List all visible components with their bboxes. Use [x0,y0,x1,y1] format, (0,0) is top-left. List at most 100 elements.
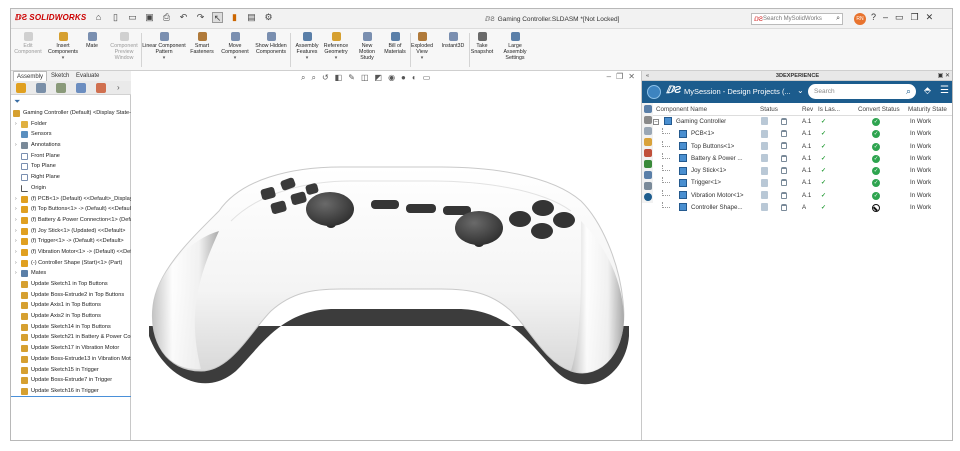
tree-item[interactable]: Update Axis1 in Top Buttons [11,300,131,311]
lock-icon[interactable] [781,128,787,140]
ribbon-button-new-motion-study[interactable]: New Motion Study [354,32,380,62]
tree-item[interactable]: › (f) Top Buttons<1> -> (Default) <<Defau… [11,204,131,215]
ribbon-button-linear-component-pattern[interactable]: Linear Component Pattern ▾ [139,32,189,62]
save-icon[interactable]: ▣ [144,12,155,23]
panel-search-input[interactable]: Search ⌕ [808,84,916,99]
tree-item[interactable]: › (f) Battery & Power Connection<1> (Defa… [11,215,131,226]
col-maturity-state[interactable]: Maturity State [908,103,947,116]
new-document-icon[interactable]: ▯ [110,12,121,23]
dropdown-arrow-icon[interactable]: ▾ [293,55,321,61]
tile-icon[interactable]: ▭ [895,12,904,23]
table-row[interactable]: Vibration Motor<1> A.1 ✓ ✓ In Work [653,189,952,202]
tree-item[interactable]: Update Sketch21 in Battery & Power Conne… [11,332,131,343]
ribbon-button-take-snapshot[interactable]: Take Snapshot [469,32,495,55]
tree-item[interactable]: Gaming Controller (Default) <Display Sta… [11,108,131,119]
ribbon-button-bill-of-materials[interactable]: Bill of Materials [382,32,408,55]
ribbon-button-show-hidden-components[interactable]: Show Hidden Components [254,32,288,55]
lock-icon[interactable] [781,177,787,189]
collapse-toggle-icon[interactable]: – [653,116,659,128]
session-selector[interactable]: MySession - Design Projects (... [684,87,791,96]
toolbar-list-icon[interactable] [643,171,652,179]
lock-icon[interactable] [781,141,787,153]
table-row[interactable]: Top Buttons<1> A.1 ✓ ✓ In Work [653,140,952,153]
dropdown-arrow-icon[interactable]: ▾ [139,55,189,61]
tree-expander-icon[interactable]: › [15,215,17,226]
dropdown-arrow-icon[interactable]: ▾ [322,55,350,61]
lock-icon[interactable] [781,202,787,214]
tag-icon[interactable]: ⬘ [924,85,931,96]
tree-item[interactable]: › Folder [11,119,131,130]
help-icon[interactable]: ? [871,12,876,23]
table-row[interactable]: Joy Stick<1> A.1 ✓ ✓ In Work [653,165,952,177]
filter-icon[interactable]: ⏷ [14,97,20,107]
toolbar-status-icon[interactable] [643,160,652,168]
graphics-area[interactable]: ⌕ ⌕ ↺ ◧ ✎ ◫ ◩ ◉ ● ◐ ▭ – ❐ ✕ [131,71,641,441]
col-is-latest[interactable]: Is Las... [818,103,840,116]
toolbar-refresh-icon[interactable] [643,105,652,113]
dimxpert-icon[interactable] [76,83,86,93]
tree-expander-icon[interactable]: › [15,258,17,269]
tree-expander-icon[interactable]: › [15,247,17,258]
chevron-right-icon[interactable]: › [117,83,127,93]
tree-item[interactable]: Update Axis2 in Top Buttons [11,311,131,322]
tree-item[interactable]: Front Plane [11,151,131,162]
table-row[interactable]: Trigger<1> A.1 ✓ ✓ In Work [653,177,952,189]
lock-icon[interactable] [781,190,787,202]
display-manager-icon[interactable] [96,83,106,93]
print-icon[interactable]: ⎙ [161,12,172,23]
tree-item[interactable]: › Annotations [11,140,131,151]
ribbon-button-assembly-features[interactable]: Assembly Features ▾ [293,32,321,62]
tree-item[interactable]: › (f) Joy Stick<1> (Updated) <<Default> [11,226,131,237]
tree-item[interactable]: Update Sketch1 in Top Buttons [11,279,131,290]
ribbon-button-exploded-view[interactable]: Exploded View ▾ [409,32,435,62]
options-icon[interactable]: ⚙ [263,12,274,23]
tree-item[interactable]: Right Plane [11,172,131,183]
toolbar-folder-icon[interactable] [643,138,652,146]
tree-item[interactable]: Update Boss-Extrude2 in Top Buttons [11,290,131,301]
ribbon-button-mate[interactable]: Mate [81,32,103,49]
tree-expander-icon[interactable]: › [15,194,17,205]
tab-evaluate[interactable]: Evaluate [73,71,102,81]
table-row[interactable]: – Gaming Controller A.1 ✓ ✓ In Work [653,116,952,128]
chevron-down-icon[interactable]: ⌄ [797,86,804,95]
tab-sketch[interactable]: Sketch [48,71,72,81]
lock-icon[interactable] [781,153,787,165]
gaming-controller-model[interactable] [131,71,641,441]
open-icon[interactable]: ▭ [127,12,138,23]
col-component-name[interactable]: Component Name [656,103,707,116]
undo-icon[interactable]: ↶ [178,12,189,23]
feature-tree-icon[interactable] [16,83,26,93]
tree-item[interactable]: Origin [11,183,131,194]
col-convert-status[interactable]: Convert Status [858,103,900,116]
tree-item[interactable]: › (f) PCB<1> (Default) <<Default>_Display [11,194,131,205]
redo-icon[interactable]: ↷ [195,12,206,23]
tree-expander-icon[interactable]: › [15,204,17,215]
menu-icon[interactable]: ☰ [940,85,949,96]
tree-expander-icon[interactable]: › [15,140,17,151]
tree-item[interactable]: › Mates [11,268,131,279]
tree-expander-icon[interactable]: › [15,119,17,130]
compass-icon[interactable] [647,85,661,99]
tree-item[interactable]: Update Sketch14 in Top Buttons [11,322,131,333]
ribbon-button-smart-fasteners[interactable]: Smart Fasteners [190,32,214,55]
collapse-panel-icon[interactable]: « [646,71,649,81]
tree-item[interactable]: Sensors [11,129,131,140]
configuration-manager-icon[interactable] [56,83,66,93]
panel-window-icon[interactable]: ▣ ✕ [938,71,950,81]
toolbar-color-icon[interactable] [643,149,652,157]
tree-item[interactable]: Update Sketch15 in Trigger [11,365,131,376]
tree-item[interactable]: Update Boss-Extrude13 in Vibration Motor [11,354,131,365]
tree-item[interactable]: › (f) Trigger<1> -> (Default) <<Default> [11,236,131,247]
ribbon-button-edit-component[interactable]: Edit Component [13,32,43,55]
tree-expander-icon[interactable]: › [15,268,17,279]
property-manager-icon[interactable] [36,83,46,93]
toolbar-lock-icon[interactable] [643,127,652,135]
tree-item[interactable]: Top Plane [11,161,131,172]
close-icon[interactable]: ✕ [926,12,934,23]
user-avatar[interactable]: RN [854,13,866,25]
dropdown-arrow-icon[interactable]: ▾ [409,55,435,61]
toolbar-help-icon[interactable] [643,193,652,201]
ribbon-button-reference-geometry[interactable]: Reference Geometry ▾ [322,32,350,62]
table-row[interactable]: Controller Shape... A ✓ In Work [653,202,952,214]
home-icon[interactable]: ⌂ [93,12,104,23]
